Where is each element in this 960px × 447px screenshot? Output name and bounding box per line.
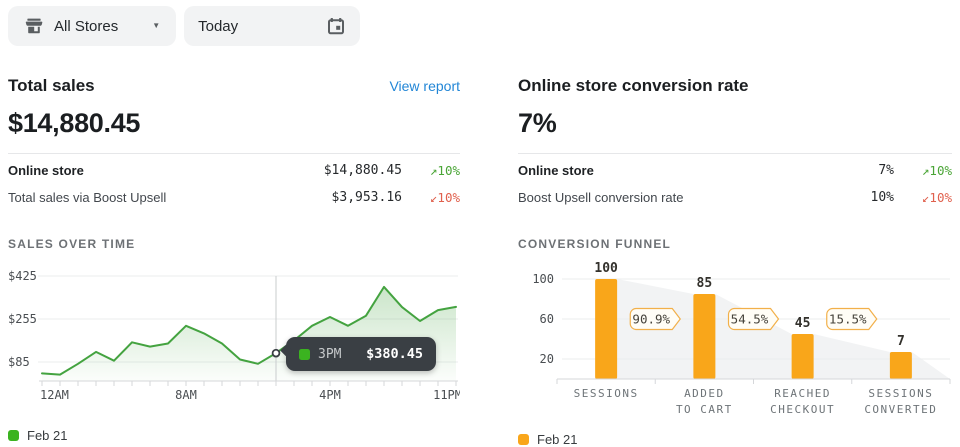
metric-delta-badge: ↗10% [402,163,460,178]
funnel-bar[interactable] [693,294,715,379]
total-sales-title: Total sales [8,76,95,96]
tooltip-value: $380.45 [366,346,423,362]
y-axis-label: $425 [8,269,37,283]
metric-value: $3,953.16 [332,190,402,205]
total-sales-value: $14,880.45 [8,108,460,139]
total-sales-panel: Total sales View report $14,880.45 Onlin… [8,76,460,447]
y-axis-label: 20 [540,352,554,366]
category-label: ADDED [684,387,725,400]
metric-row-boost-rate: Boost Upsell conversion rate 10% ↙10% [518,184,952,211]
category-label: SESSIONS [868,387,933,400]
x-axis-label: 11PM [433,388,460,402]
metric-value: 7% [878,163,894,178]
calendar-icon [326,16,346,36]
y-axis-label: $85 [8,355,30,369]
x-axis: 12AM 8AM 4PM 11PM [39,381,460,402]
line-chart-svg: $425 $255 $85 12AM 8AM 4PM 11PM [8,259,460,409]
view-report-link[interactable]: View report [389,78,460,94]
funnel-bar[interactable] [890,352,912,379]
store-icon [24,16,44,36]
metric-row-online-store: Online store $14,880.45 ↗10% [8,157,460,184]
metric-delta-badge: ↙10% [402,190,460,205]
metric-label: Online store [518,163,878,178]
metric-delta-badge: ↙10% [894,190,952,205]
conversion-funnel-heading: CONVERSION FUNNEL [518,237,952,251]
metric-label: Total sales via Boost Upsell [8,190,332,205]
store-selector-button[interactable]: All Stores ▼ [8,6,176,46]
metric-label: Online store [8,163,324,178]
funnel-bar[interactable] [595,279,617,379]
x-axis-label: 8AM [175,388,197,402]
metric-row-online-store-rate: Online store 7% ↗10% [518,157,952,184]
sales-over-time-heading: SALES OVER TIME [8,237,460,251]
category-label: CHECKOUT [770,403,835,416]
metric-delta-badge: ↗10% [894,163,952,178]
tooltip-series-swatch [299,349,310,360]
bar-value-label: 7 [897,334,905,349]
conversion-title: Online store conversion rate [518,76,749,96]
bar-value-label: 100 [594,261,618,276]
category-label: CONVERTED [864,403,937,416]
conversion-funnel-chart[interactable]: 100 60 20 90.9% 54.5% 15.5% 100 85 45 7 SESSIONS AD… [518,259,952,426]
metric-value: $14,880.45 [324,163,402,178]
sales-legend: Feb 21 [8,428,460,443]
store-selector-label: All Stores [54,18,118,35]
chevron-down-icon: ▼ [152,22,160,30]
y-axis-label: 100 [532,272,554,286]
conversion-percent-label: 90.9% [632,312,670,327]
funnel-bar[interactable] [792,334,814,379]
conversion-percent-label: 15.5% [829,312,867,327]
date-selector-label: Today [198,18,238,35]
y-axis-label: $255 [8,312,37,326]
chart-tooltip: 3PM $380.45 [286,337,436,371]
date-selector-button[interactable]: Today [184,6,360,46]
funnel-legend: Feb 21 [518,432,952,447]
conversion-rate-panel: Online store conversion rate 7% Online s… [518,76,952,447]
dashboard-panels: Total sales View report $14,880.45 Onlin… [0,76,960,447]
sales-line-chart[interactable]: $425 $255 $85 12AM 8AM 4PM 11PM 3PM $380.45 [8,259,460,414]
tooltip-time: 3PM [318,347,341,362]
divider [8,153,460,154]
conversion-value: 7% [518,108,952,139]
hover-marker [273,350,280,357]
x-axis-label: 12AM [40,388,69,402]
bar-value-label: 45 [795,316,811,331]
y-axis-label: 60 [540,312,554,326]
metric-row-boost-upsell: Total sales via Boost Upsell $3,953.16 ↙… [8,184,460,211]
topbar: All Stores ▼ Today [0,0,960,46]
conversion-percent-label: 54.5% [731,312,769,327]
category-label: TO CART [676,403,733,416]
x-axis: SESSIONS ADDED TO CART REACHED CHECKOUT SESSI… [557,379,950,416]
category-label: REACHED [774,387,831,400]
funnel-chart-svg: 100 60 20 90.9% 54.5% 15.5% 100 85 45 7 SESSIONS AD… [518,259,952,421]
x-axis-label: 4PM [319,388,341,402]
bar-value-label: 85 [697,276,713,291]
divider [518,153,952,154]
metric-value: 10% [871,190,894,205]
legend-label: Feb 21 [537,432,577,447]
metric-label: Boost Upsell conversion rate [518,190,871,205]
legend-swatch-orange [518,434,529,445]
legend-swatch-green [8,430,19,441]
legend-label: Feb 21 [27,428,67,443]
category-label: SESSIONS [574,387,639,400]
